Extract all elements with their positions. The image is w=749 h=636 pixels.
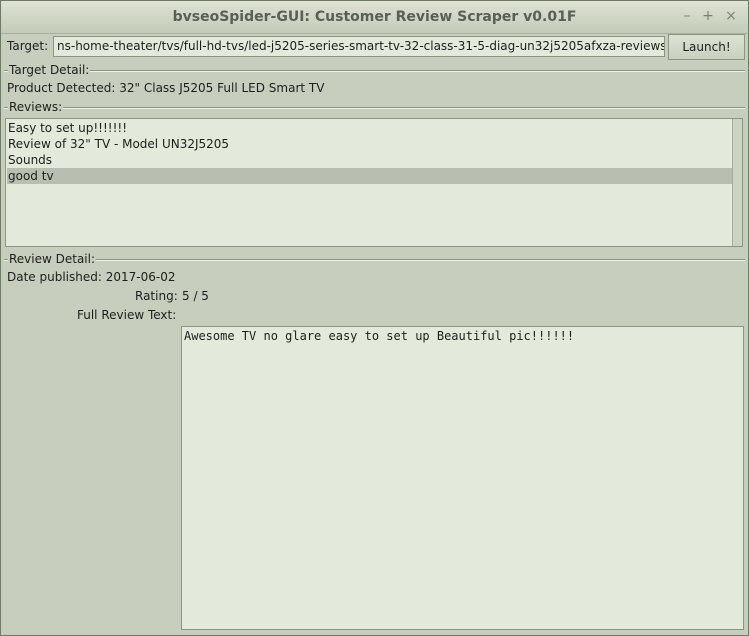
rating-value: 5 / 5 — [182, 289, 209, 303]
list-item[interactable]: Sounds — [7, 152, 735, 168]
target-row: Target: ns-home-theater/tvs/full-hd-tvs/… — [1, 34, 748, 61]
target-detail-separator — [4, 70, 745, 72]
full-review-textarea[interactable]: Awesome TV no glare easy to set up Beaut… — [181, 326, 744, 630]
target-label: Target: — [7, 39, 49, 53]
review-detail-separator — [4, 259, 745, 261]
maximize-icon[interactable]: + — [700, 8, 716, 24]
review-detail-group-label: Review Detail: — [8, 252, 97, 266]
target-detail-group-label: Target Detail: — [8, 63, 91, 77]
launch-button[interactable]: Launch! — [668, 34, 745, 60]
list-item-selected[interactable]: good tv — [7, 168, 735, 184]
app-window: bvseoSpider-GUI: Customer Review Scraper… — [0, 0, 749, 636]
close-icon[interactable]: × — [723, 8, 739, 24]
full-review-text-label: Full Review Text: — [77, 308, 177, 322]
list-item[interactable]: Review of 32" TV - Model UN32J5205 — [7, 136, 735, 152]
rating-label: Rating: — [135, 289, 178, 303]
title-bar[interactable]: bvseoSpider-GUI: Customer Review Scraper… — [1, 1, 748, 34]
reviews-list[interactable]: Easy to set up!!!!!!! Review of 32" TV -… — [5, 118, 743, 247]
reviews-scrollbar[interactable] — [732, 119, 742, 246]
minimize-icon[interactable]: – — [679, 8, 695, 24]
reviews-group-label: Reviews: — [8, 100, 64, 114]
reviews-separator — [4, 107, 745, 109]
target-url-input[interactable]: ns-home-theater/tvs/full-hd-tvs/led-j520… — [53, 36, 665, 57]
list-item[interactable]: Easy to set up!!!!!!! — [7, 120, 735, 136]
date-published-text: Date published: 2017-06-02 — [7, 270, 176, 284]
window-title: bvseoSpider-GUI: Customer Review Scraper… — [172, 9, 577, 25]
product-detected-text: Product Detected: 32" Class J5205 Full L… — [7, 81, 325, 95]
